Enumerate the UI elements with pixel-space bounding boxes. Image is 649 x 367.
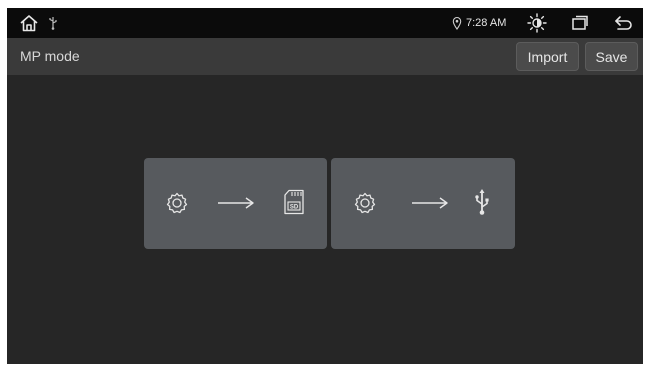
usb-status-icon	[45, 14, 61, 32]
app-screen: 7:28 AM MP mode Import Save SD	[7, 8, 643, 364]
settings-to-usb-card[interactable]	[331, 158, 515, 249]
sd-card-label: SD	[290, 204, 299, 210]
arrow-right-icon	[410, 190, 450, 216]
settings-icon	[352, 190, 378, 216]
settings-icon	[164, 190, 190, 216]
status-time: 7:28 AM	[466, 17, 507, 29]
brightness-icon[interactable]	[524, 11, 550, 35]
windows-icon[interactable]	[569, 12, 591, 34]
location-icon	[450, 15, 464, 31]
page-title: MP mode	[20, 48, 80, 64]
back-icon[interactable]	[611, 12, 637, 34]
import-button[interactable]: Import	[516, 42, 579, 71]
arrow-right-icon	[216, 190, 256, 216]
status-bar: 7:28 AM	[7, 8, 643, 38]
title-bar: MP mode Import Save	[7, 38, 643, 75]
home-icon[interactable]	[15, 11, 43, 35]
sd-card-icon: SD	[282, 188, 306, 216]
usb-icon	[471, 187, 493, 217]
save-button[interactable]: Save	[585, 42, 638, 71]
settings-to-sd-card[interactable]: SD	[144, 158, 327, 249]
